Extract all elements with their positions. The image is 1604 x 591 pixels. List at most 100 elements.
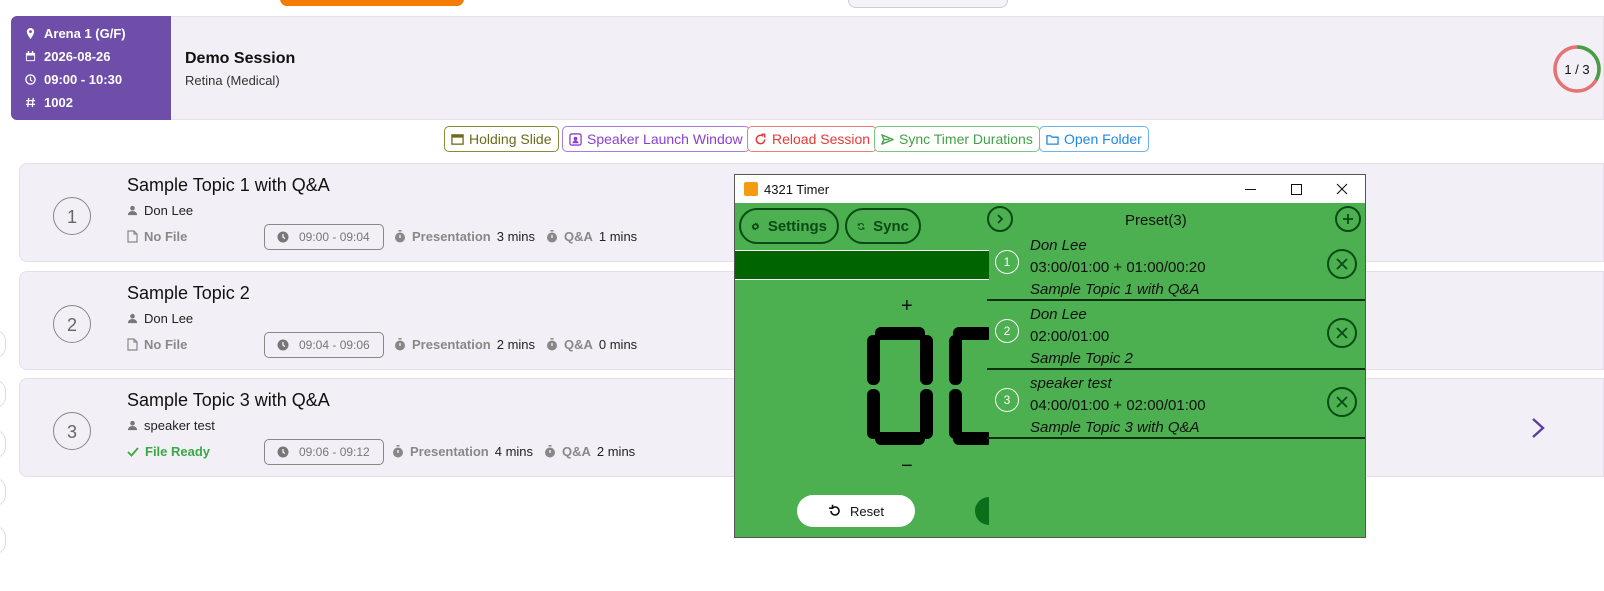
stopwatch-icon [395,338,405,351]
delete-preset-button[interactable] [1327,318,1357,348]
maximize-button[interactable] [1273,175,1319,203]
topic-time-range: 09:04 - 09:06 [264,332,384,358]
clock-icon [25,74,36,85]
open-folder-button[interactable]: Open Folder [1039,126,1149,152]
topic-time-range: 09:06 - 09:12 [264,439,384,465]
folder-icon [1046,134,1059,145]
app-icon [744,182,758,196]
topic-qa-duration: Q&A 1 mins [546,229,637,244]
preset-topic: Sample Topic 1 with Q&A [1030,281,1200,298]
topic-qa-duration: Q&A 0 mins [546,337,637,352]
seven-segment-display [867,327,989,445]
timer-window-titlebar[interactable]: 4321 Timer [735,175,1365,203]
left-edge-fragment [0,430,6,458]
topic-qa-duration: Q&A 2 mins [544,444,635,459]
person-box-icon [569,132,582,146]
topic-presentation-duration: Presentation 2 mins [394,337,535,352]
clock-icon [277,231,289,243]
minimize-button[interactable] [1227,175,1273,203]
left-edge-fragment [0,380,6,408]
session-meta-panel: Arena 1 (G/F) 2026-08-26 09:00 - 10:30 1… [11,16,171,120]
clock-icon [277,446,289,458]
left-edge-fragment [0,478,6,506]
topic-speaker: Don Lee [127,203,193,218]
timer-progress-bar [735,250,989,280]
session-header [11,16,1604,120]
file-icon [127,230,138,243]
preset-number: 3 [995,388,1019,412]
topic-title: Sample Topic 1 with Q&A [127,175,330,195]
timer-window-title: 4321 Timer [764,181,830,197]
close-icon [1336,327,1348,339]
topic-number: 3 [53,412,91,450]
reset-icon [829,504,840,516]
close-icon [1336,258,1348,270]
close-button[interactable] [1319,175,1365,203]
sync-timer-durations-button[interactable]: Sync Timer Durations [874,126,1040,152]
reload-icon [755,133,766,144]
add-preset-button[interactable] [1335,206,1361,232]
preset-number: 2 [995,319,1019,343]
preset-item[interactable]: 3 speaker test 04:00/01:00 + 02:00/01:00… [987,371,1365,439]
preset-speaker: Don Lee [1030,237,1087,254]
chevron-right-icon[interactable] [1530,417,1546,439]
topic-time-range: 09:00 - 09:04 [264,224,384,250]
sync-button[interactable]: Sync [845,208,921,244]
file-icon [127,338,138,351]
session-time: 09:00 - 10:30 [25,72,122,87]
topic-title: Sample Topic 2 [127,283,250,303]
timer-window: 4321 Timer Settings Sync + − Reset Prese… [734,174,1366,538]
session-number: 1002 [25,95,73,110]
close-icon [1336,183,1348,195]
calendar-icon [25,51,36,62]
topic-title: Sample Topic 3 with Q&A [127,390,330,410]
person-icon [127,420,138,431]
delete-preset-button[interactable] [1327,249,1357,279]
speaker-launch-window-button[interactable]: Speaker Launch Window [562,126,750,152]
topic-speaker: speaker test [127,418,215,433]
collapse-preset-button[interactable] [987,206,1013,232]
preset-speaker: speaker test [1030,375,1112,392]
active-tab-fragment[interactable] [280,0,464,6]
gear-icon [751,221,760,231]
holding-slide-button[interactable]: Holding Slide [444,126,559,152]
hash-icon [25,97,36,108]
stopwatch-icon [545,445,555,458]
reset-button[interactable]: Reset [797,495,915,527]
delete-preset-button[interactable] [1327,387,1357,417]
preset-topic: Sample Topic 2 [1030,350,1133,367]
stopwatch-icon [395,230,405,243]
preset-durations: 02:00/01:00 [1030,328,1110,345]
clock-icon [277,339,289,351]
topic-speaker: Don Lee [127,311,193,326]
decrement-button[interactable]: − [901,455,913,478]
check-icon [127,447,139,457]
stopwatch-icon [547,230,557,243]
preset-title: Preset(3) [1125,212,1187,229]
reload-session-button[interactable]: Reload Session [747,126,878,152]
map-pin-icon [26,28,35,39]
preset-speaker: Don Lee [1030,306,1087,323]
tab-fragment[interactable] [848,0,1008,8]
slide-icon [451,133,464,145]
session-location: Arena 1 (G/F) [25,26,126,41]
topic-file-status: No File [127,229,187,244]
preset-number: 1 [995,250,1019,274]
preset-topic: Sample Topic 3 with Q&A [1030,419,1200,436]
preset-item[interactable]: 2 Don Lee 02:00/01:00 Sample Topic 2 [987,302,1365,370]
topic-presentation-duration: Presentation 4 mins [392,444,533,459]
preset-panel: Preset(3) 1 Don Lee 03:00/01:00 + 01:00/… [987,203,1365,537]
topic-number: 2 [53,305,91,343]
topic-presentation-duration: Presentation 3 mins [394,229,535,244]
topic-file-status: File Ready [127,444,210,459]
close-icon [1336,396,1348,408]
preset-durations: 04:00/01:00 + 02:00/01:00 [1030,397,1206,414]
plus-icon [1343,214,1353,224]
maximize-icon [1290,183,1302,195]
topic-number: 1 [53,197,91,235]
left-edge-fragment [0,330,6,358]
chevron-right-icon [997,214,1004,224]
preset-item[interactable]: 1 Don Lee 03:00/01:00 + 01:00/00:20 Samp… [987,233,1365,301]
settings-button[interactable]: Settings [739,208,839,244]
increment-button[interactable]: + [901,295,913,318]
